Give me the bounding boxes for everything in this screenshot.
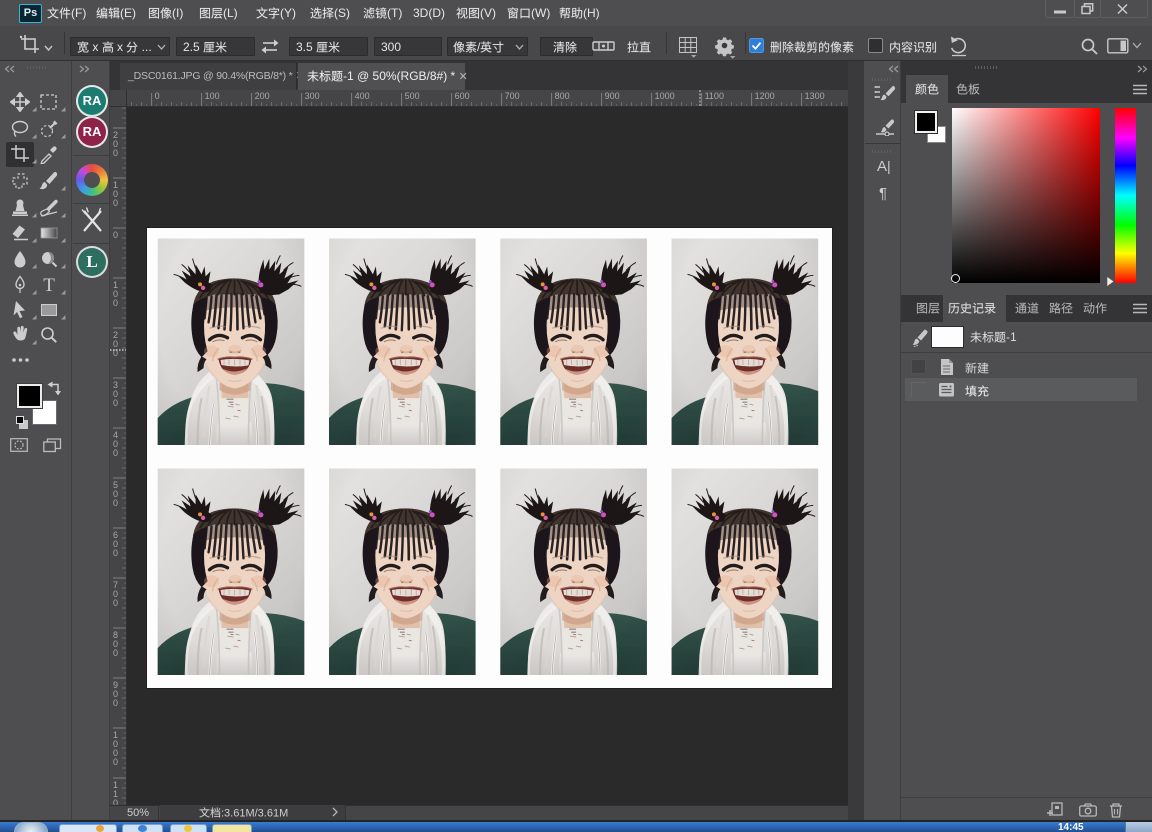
svg-text:200: 200 — [255, 91, 270, 101]
svg-text:0: 0 — [113, 757, 118, 767]
svg-text:600: 600 — [455, 91, 470, 101]
svg-text:0: 0 — [113, 230, 118, 240]
svg-text:0: 0 — [113, 798, 118, 805]
svg-text:800: 800 — [555, 91, 570, 101]
svg-text:300: 300 — [305, 91, 320, 101]
svg-text:0: 0 — [113, 698, 118, 708]
svg-text:0: 0 — [113, 198, 118, 208]
svg-text:0: 0 — [113, 398, 118, 408]
svg-text:700: 700 — [505, 91, 520, 101]
svg-text:0: 0 — [113, 548, 118, 558]
svg-text:0: 0 — [113, 448, 118, 458]
svg-text:0: 0 — [155, 91, 160, 101]
svg-text:0: 0 — [113, 298, 118, 308]
svg-text:0: 0 — [113, 598, 118, 608]
svg-text:1100: 1100 — [705, 91, 724, 101]
svg-text:400: 400 — [355, 91, 370, 101]
svg-text:100: 100 — [205, 91, 220, 101]
svg-text:0: 0 — [113, 498, 118, 508]
svg-text:1200: 1200 — [755, 91, 775, 101]
svg-text:900: 900 — [605, 91, 620, 101]
svg-text:0: 0 — [113, 148, 118, 158]
svg-text:1300: 1300 — [805, 91, 825, 101]
svg-text:T: T — [43, 275, 55, 295]
svg-text:0: 0 — [113, 648, 118, 658]
svg-text:1000: 1000 — [655, 91, 675, 101]
svg-text:500: 500 — [405, 91, 420, 101]
